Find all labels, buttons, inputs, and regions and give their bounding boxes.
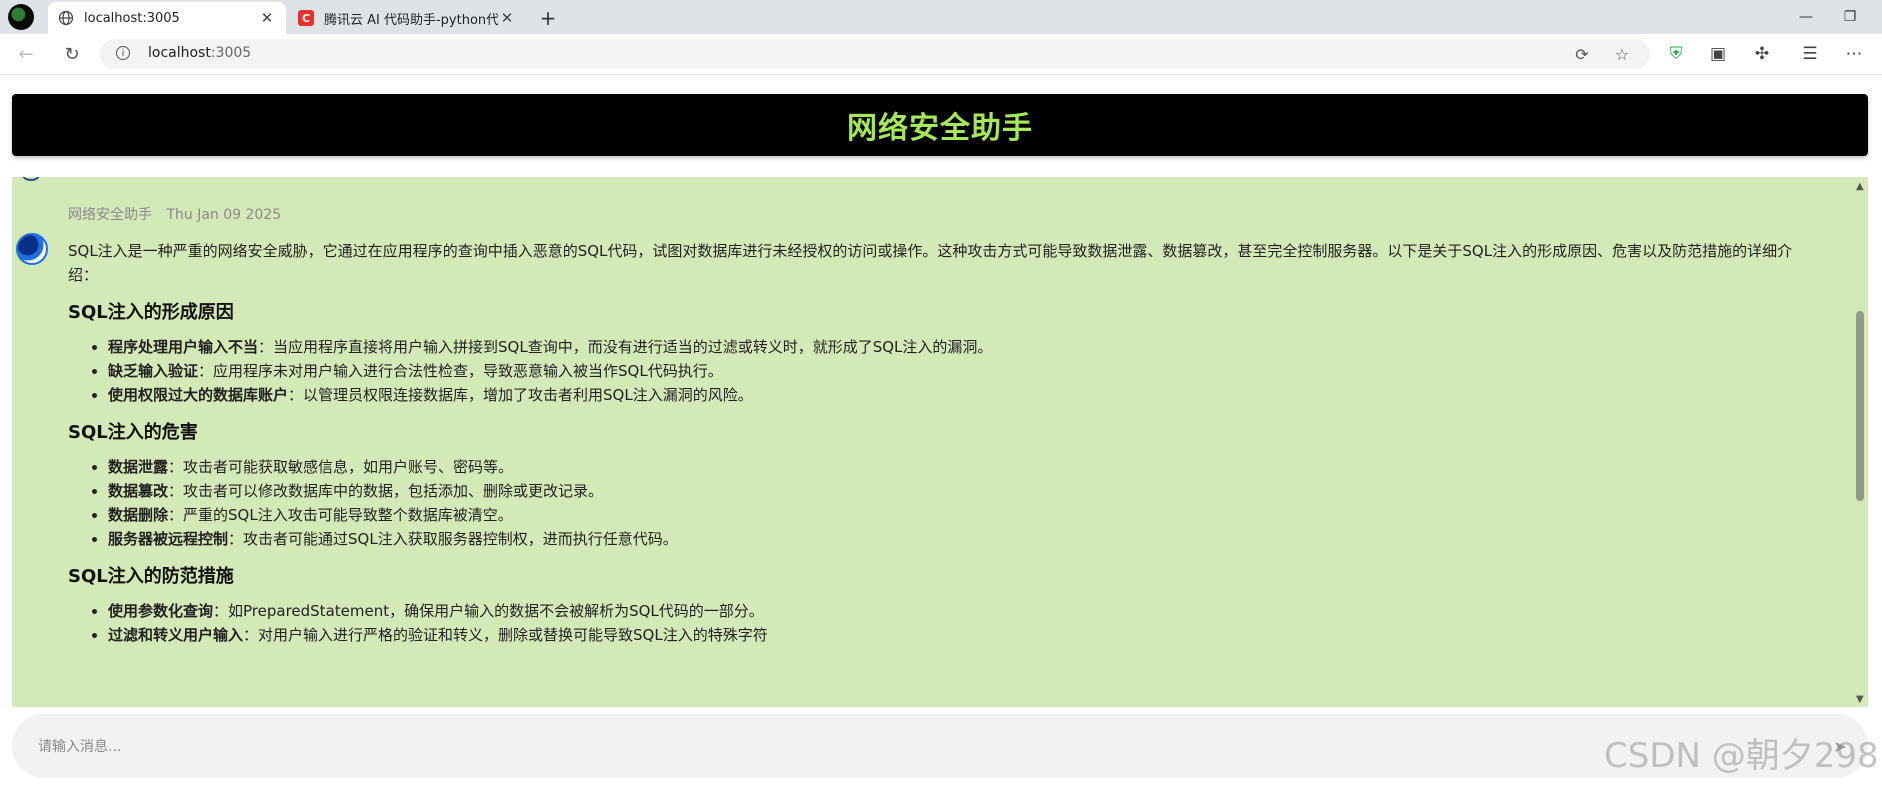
minimize-icon[interactable]: — <box>1794 6 1818 28</box>
list-item: 数据泄露：攻击者可能获取敏感信息，如用户账号、密码等。 <box>108 455 1808 479</box>
message-input-bar: ➤ <box>12 714 1868 778</box>
chat-window[interactable]: 网络安全助手 Thu Jan 09 2025 SQL注入是一种严重的网络安全威胁… <box>12 177 1852 707</box>
site-info-icon[interactable]: i <box>116 46 130 60</box>
tab-title: 腾讯云 AI 代码助手-python代码开 <box>324 12 498 28</box>
favorites-icon[interactable]: ☰ <box>1798 42 1822 66</box>
watermark: CSDN @朝夕298 <box>1604 736 1879 776</box>
list-item: 数据篡改：攻击者可以修改数据库中的数据，包括添加、删除或更改记录。 <box>108 479 1808 503</box>
back-arrow-icon[interactable]: ← <box>14 42 38 66</box>
tab-localhost[interactable]: localhost:3005 ✕ <box>48 2 286 34</box>
close-tab-icon[interactable]: ✕ <box>258 9 276 27</box>
close-tab-icon[interactable]: ✕ <box>498 9 516 27</box>
message-meta: 网络安全助手 Thu Jan 09 2025 <box>68 204 291 224</box>
assistant-avatar <box>16 233 48 265</box>
message-input[interactable] <box>36 734 1740 760</box>
list-item: 数据删除：严重的SQL注入攻击可能导致整个数据库被清空。 <box>108 503 1808 527</box>
restore-icon[interactable]: ❐ <box>1838 6 1862 28</box>
extension-icon[interactable]: ▣ <box>1706 42 1730 66</box>
previous-avatar-icon <box>22 177 40 181</box>
globe-icon <box>58 10 74 26</box>
list-item: 使用权限过大的数据库账户：以管理员权限连接数据库，增加了攻击者利用SQL注入漏洞… <box>108 383 1808 407</box>
browser-toolbar: ← ↻ i localhost:3005 ⟳ ☆ ⛨ ▣ ✣ ☰ ⋯ <box>0 34 1882 75</box>
favorite-star-icon[interactable]: ☆ <box>1612 44 1632 64</box>
reload-icon[interactable]: ↻ <box>60 42 84 66</box>
tab-title: localhost:3005 <box>84 10 180 26</box>
section-heading: SQL注入的危害 <box>68 422 198 443</box>
scroll-up-icon[interactable]: ▲ <box>1856 181 1864 192</box>
app-title: 网络安全助手 <box>847 111 1033 146</box>
page: 网络安全助手 网络安全助手 Thu Jan 09 2025 SQL注入是一种严重… <box>0 75 1882 785</box>
message-date: Thu Jan 09 2025 <box>166 207 282 223</box>
browser-tab-bar: localhost:3005 ✕ C 腾讯云 AI 代码助手-python代码开… <box>0 0 1882 34</box>
section-list: 程序处理用户输入不当：当应用程序直接将用户输入拼接到SQL查询中，而没有进行适当… <box>68 335 1808 407</box>
address-bar[interactable]: i localhost:3005 ⟳ ☆ <box>100 39 1650 69</box>
section-list: 数据泄露：攻击者可能获取敏感信息，如用户账号、密码等。 数据篡改：攻击者可以修改… <box>68 455 1808 551</box>
list-item: 过滤和转义用户输入：对用户输入进行严格的验证和转义，删除或替换可能导致SQL注入… <box>108 623 1808 647</box>
list-item: 缺乏输入验证：应用程序未对用户输入进行合法性检查，导致恶意输入被当作SQL代码执… <box>108 359 1808 383</box>
list-item: 使用参数化查询：如PreparedStatement，确保用户输入的数据不会被解… <box>108 599 1808 623</box>
app-header: 网络安全助手 <box>12 94 1868 156</box>
section-heading: SQL注入的形成原因 <box>68 302 234 323</box>
section-list: 使用参数化查询：如PreparedStatement，确保用户输入的数据不会被解… <box>68 599 1808 647</box>
new-tab-icon[interactable]: + <box>536 6 560 30</box>
section-heading: SQL注入的防范措施 <box>68 566 234 587</box>
scrollbar-thumb[interactable] <box>1856 311 1864 501</box>
more-menu-icon[interactable]: ⋯ <box>1842 42 1866 66</box>
csdn-c-icon: C <box>298 10 314 26</box>
profile-avatar[interactable] <box>8 4 34 30</box>
tab-tencent-cloud[interactable]: C 腾讯云 AI 代码助手-python代码开 ✕ <box>288 2 526 34</box>
translate-icon[interactable]: ⟳ <box>1572 44 1592 64</box>
list-item: 服务器被远程控制：攻击者可能通过SQL注入获取服务器控制权，进而执行任意代码。 <box>108 527 1808 551</box>
sender-name: 网络安全助手 <box>68 207 152 223</box>
url-text: localhost:3005 <box>148 45 252 61</box>
shield-icon[interactable]: ⛨ <box>1664 42 1688 66</box>
list-item: 程序处理用户输入不当：当应用程序直接将用户输入拼接到SQL查询中，而没有进行适当… <box>108 335 1808 359</box>
chat-scrollbar[interactable]: ▲ ▼ <box>1852 177 1868 707</box>
message-intro: SQL注入是一种严重的网络安全威胁，它通过在应用程序的查询中插入恶意的SQL代码… <box>68 242 1793 284</box>
scroll-down-icon[interactable]: ▼ <box>1856 694 1864 705</box>
puzzle-icon[interactable]: ✣ <box>1750 42 1774 66</box>
message-body: SQL注入是一种严重的网络安全威胁，它通过在应用程序的查询中插入恶意的SQL代码… <box>68 239 1808 651</box>
